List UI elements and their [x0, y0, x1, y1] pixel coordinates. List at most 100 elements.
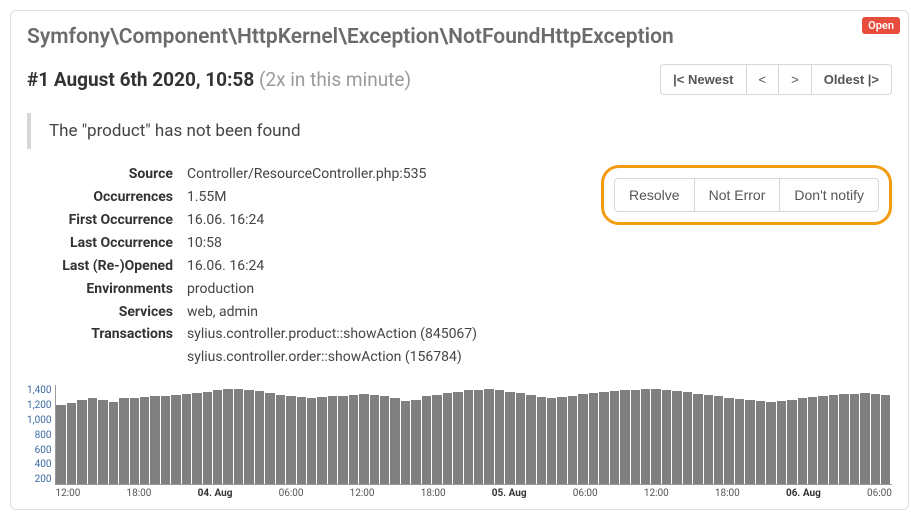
- reopened-label: Last (Re-)Opened: [27, 257, 187, 276]
- chart-bar: [77, 400, 86, 484]
- y-tick: 1,000: [27, 415, 51, 426]
- newest-button[interactable]: |< Newest: [660, 64, 746, 95]
- chart-bar: [130, 398, 139, 484]
- chart-bar: [704, 395, 713, 484]
- chart-bar: [641, 389, 650, 484]
- environments-label: Environments: [27, 280, 187, 299]
- chart-bar: [390, 398, 399, 484]
- chart-bar: [119, 398, 128, 484]
- chart-bar: [724, 398, 733, 484]
- chart-bar: [349, 395, 358, 484]
- chart-bar: [850, 394, 859, 484]
- services-value: web, admin: [187, 303, 258, 322]
- chart-bar: [411, 400, 420, 484]
- action-group-highlight: Resolve Not Error Don't notify: [601, 165, 892, 225]
- x-tick: 18:00: [127, 488, 152, 499]
- chart-bar: [443, 393, 452, 484]
- occurrence-date: August 6th 2020, 10:58: [54, 68, 254, 91]
- chart-bar: [610, 391, 619, 484]
- chart-bar: [464, 390, 473, 484]
- chart-bar: [578, 394, 587, 484]
- chart-bar: [881, 395, 890, 484]
- chart-bar: [474, 390, 483, 484]
- chart-bar: [88, 398, 97, 484]
- chart-bar: [161, 396, 170, 484]
- chart-bar: [839, 394, 848, 484]
- x-tick: 12:00: [350, 488, 375, 499]
- chart-bar: [244, 390, 253, 484]
- chart-bar: [307, 398, 316, 484]
- chart-bar: [286, 396, 295, 484]
- chart-bar: [401, 401, 410, 484]
- y-tick: 400: [35, 459, 52, 470]
- chart-bar: [56, 405, 65, 484]
- chart-bar: [109, 402, 118, 485]
- x-tick: 05. Aug: [492, 488, 527, 499]
- status-badge: Open: [862, 17, 900, 34]
- environments-value: production: [187, 280, 254, 299]
- resolve-button[interactable]: Resolve: [614, 178, 695, 212]
- chart-bar: [432, 395, 441, 484]
- chart-x-axis: 12:0018:0004. Aug06:0012:0018:0005. Aug0…: [55, 488, 892, 499]
- chart-bar: [620, 390, 629, 484]
- chart-bar: [171, 395, 180, 484]
- chart-bar: [672, 391, 681, 484]
- chart-bar: [745, 400, 754, 484]
- nav-group: |< Newest < > Oldest |>: [660, 64, 892, 95]
- chart-bar: [213, 390, 222, 484]
- chart-bar: [568, 396, 577, 484]
- chart-bar: [818, 396, 827, 484]
- last-occurrence-label: Last Occurrence: [27, 234, 187, 253]
- occurrence-count: (2x in this minute): [259, 68, 411, 91]
- error-card: Open Symfony\Component\HttpKernel\Except…: [10, 10, 909, 510]
- chart-bar: [453, 392, 462, 484]
- next-button[interactable]: >: [778, 64, 812, 95]
- chart-bar: [714, 396, 723, 484]
- occurrence-chart: 1,4001,2001,000800600400200 12:0018:0004…: [27, 385, 892, 499]
- chart-bar: [192, 393, 201, 484]
- chart-bar: [140, 397, 149, 484]
- detail-row: SourceController/ResourceController.php:…: [27, 165, 892, 371]
- occurrences-label: Occurrences: [27, 188, 187, 207]
- chart-bar: [182, 394, 191, 484]
- chart-bar: [234, 389, 243, 484]
- occurrence-subhead: #1 August 6th 2020, 10:58 (2x in this mi…: [27, 68, 411, 91]
- chart-bar: [150, 396, 159, 484]
- source-label: Source: [27, 165, 187, 184]
- chart-bar: [798, 398, 807, 484]
- transactions-value-1: sylius.controller.product::showAction (8…: [187, 325, 477, 344]
- occurrences-value: 1.55M: [187, 188, 227, 207]
- chart-bar: [338, 396, 347, 484]
- first-occurrence-label: First Occurrence: [27, 211, 187, 230]
- chart-bar: [599, 392, 608, 484]
- chart-bar: [359, 394, 368, 484]
- chart-bar: [631, 390, 640, 484]
- x-tick: 06. Aug: [786, 488, 821, 499]
- x-tick: 04. Aug: [198, 488, 233, 499]
- y-tick: 1,400: [27, 385, 51, 396]
- chart-bar: [787, 400, 796, 484]
- chart-bar: [67, 403, 76, 484]
- chart-bar: [557, 397, 566, 484]
- x-tick: 18:00: [715, 488, 740, 499]
- prev-button[interactable]: <: [746, 64, 780, 95]
- occurrence-number: #1: [27, 68, 49, 91]
- services-label: Services: [27, 303, 187, 322]
- not-error-button[interactable]: Not Error: [694, 178, 781, 212]
- x-tick: 12:00: [55, 488, 80, 499]
- chart-bar: [526, 395, 535, 484]
- chart-bar: [829, 395, 838, 484]
- x-tick: 18:00: [421, 488, 446, 499]
- dont-notify-button[interactable]: Don't notify: [779, 178, 879, 212]
- source-value: Controller/ResourceController.php:535: [187, 165, 426, 184]
- transactions-label: Transactions: [27, 325, 187, 344]
- chart-bar: [871, 394, 880, 484]
- chart-bar: [265, 393, 274, 484]
- chart-bar: [328, 396, 337, 484]
- chart-bar: [317, 397, 326, 484]
- chart-bar: [276, 395, 285, 484]
- chart-bar: [766, 402, 775, 485]
- exception-title: Symfony\Component\HttpKernel\Exception\N…: [27, 25, 892, 50]
- first-occurrence-value: 16.06. 16:24: [187, 211, 264, 230]
- oldest-button[interactable]: Oldest |>: [811, 64, 892, 95]
